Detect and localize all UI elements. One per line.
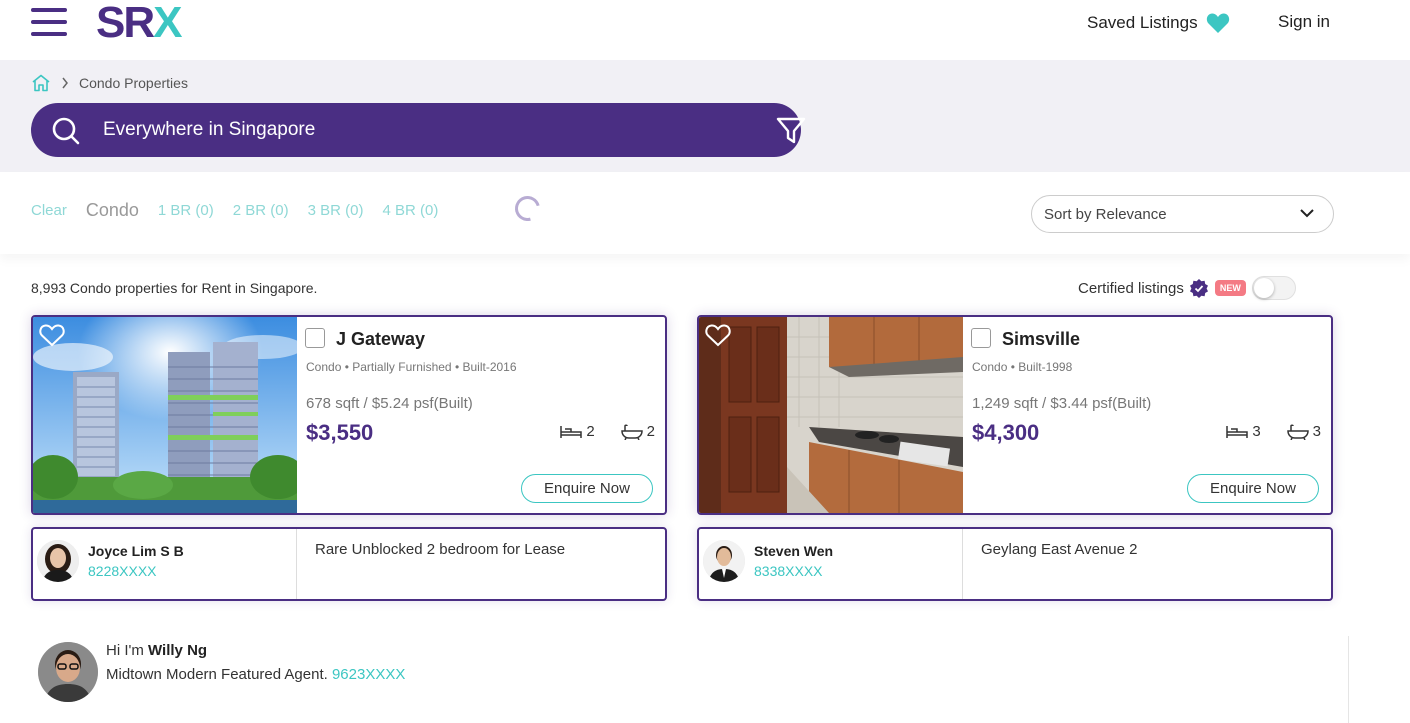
listing-size: 1,249 sqft / $3.44 psf(Built) — [972, 395, 1152, 412]
room-info: 2 2 — [560, 423, 655, 440]
bed-count: 3 — [1252, 423, 1261, 440]
room-info: 3 3 — [1226, 423, 1321, 440]
bed-icon — [560, 425, 583, 438]
search-bar[interactable] — [31, 103, 806, 157]
condo-towers-image — [33, 317, 297, 513]
avatar[interactable] — [703, 540, 745, 582]
sort-selected-label: Sort by Relevance — [1044, 205, 1167, 223]
home-icon[interactable] — [31, 74, 51, 92]
agent-name[interactable]: Joyce Lim S B — [88, 543, 184, 559]
featured-agent-greeting: Hi I'm Willy Ng — [106, 642, 406, 659]
featured-agent-phone[interactable]: 9623XXXX — [332, 666, 405, 683]
saved-listings-link[interactable]: Saved Listings — [1087, 12, 1230, 34]
agent-phone[interactable]: 8228XXXX — [88, 563, 157, 579]
bath-count: 2 — [646, 423, 655, 440]
favorite-heart-icon[interactable] — [39, 323, 65, 347]
listing-meta: Condo • Built-1998 — [972, 360, 1073, 374]
compare-checkbox[interactable] — [971, 328, 991, 348]
bed-count: 2 — [586, 423, 595, 440]
site-header: SRX Saved Listings Sign in — [0, 0, 1410, 60]
sign-in-link[interactable]: Sign in — [1278, 12, 1330, 32]
filter-chip-1br[interactable]: 1 BR (0) — [158, 202, 214, 219]
logo-text-sr: SR — [96, 0, 155, 47]
certified-toggle[interactable] — [1251, 276, 1296, 300]
compare-checkbox[interactable] — [305, 328, 325, 348]
clear-filter-button[interactable]: Clear — [31, 202, 67, 219]
certified-label: Certified listings — [1078, 279, 1184, 297]
favorite-heart-icon[interactable] — [705, 323, 731, 347]
listing-photo[interactable] — [699, 317, 963, 513]
listing-description: Rare Unblocked 2 bedroom for Lease — [315, 541, 566, 558]
logo-text-x: X — [153, 0, 182, 47]
property-type-chip[interactable]: Condo — [86, 200, 139, 221]
divider — [1348, 636, 1349, 723]
saved-listings-label: Saved Listings — [1087, 13, 1198, 32]
certified-badge-icon — [1189, 279, 1208, 298]
avatar[interactable] — [38, 642, 98, 702]
search-icon[interactable] — [51, 116, 81, 146]
avatar[interactable] — [37, 540, 79, 582]
filter-chip-4br[interactable]: 4 BR (0) — [382, 202, 438, 219]
filter-chip-2br[interactable]: 2 BR (0) — [233, 202, 289, 219]
chevron-right-icon — [62, 77, 68, 89]
featured-agent-name[interactable]: Willy Ng — [148, 642, 207, 659]
menu-icon[interactable] — [31, 8, 67, 36]
filter-chips: Clear Condo 1 BR (0) 2 BR (0) 3 BR (0) 4… — [31, 200, 457, 221]
agent-name[interactable]: Steven Wen — [754, 543, 833, 559]
featured-agent-tagline: Midtown Modern Featured Agent. 9623XXXX — [106, 666, 506, 683]
new-badge: NEW — [1214, 280, 1246, 296]
listing-card[interactable]: J Gateway Condo • Partially Furnished • … — [31, 315, 667, 515]
bath-icon — [620, 424, 643, 440]
results-count: 8,993 Condo properties for Rent in Singa… — [31, 280, 318, 296]
bed-icon — [1226, 425, 1249, 438]
heart-icon — [1206, 13, 1229, 33]
bath-icon — [1286, 424, 1309, 440]
breadcrumb: Condo Properties — [31, 74, 188, 92]
agent-phone[interactable]: 8338XXXX — [754, 563, 823, 579]
listing-card[interactable]: Simsville Condo • Built-1998 1,249 sqft … — [697, 315, 1333, 515]
agent-info[interactable]: Joyce Lim S B 8228XXXX Rare Unblocked 2 … — [31, 527, 667, 601]
kitchen-image — [699, 317, 963, 513]
filter-chip-3br[interactable]: 3 BR (0) — [308, 202, 364, 219]
greeting-text: Hi I'm — [106, 642, 144, 659]
listing-title[interactable]: J Gateway — [336, 329, 425, 350]
agent-info[interactable]: Steven Wen 8338XXXX Geylang East Avenue … — [697, 527, 1333, 601]
listing-price: $4,300 — [972, 420, 1040, 445]
divider — [962, 529, 963, 599]
enquire-now-button[interactable]: Enquire Now — [521, 474, 653, 503]
tagline-text: Midtown Modern Featured Agent. — [106, 666, 328, 683]
chevron-down-icon — [1300, 209, 1314, 218]
filter-icon[interactable] — [775, 116, 807, 146]
listing-photo[interactable] — [33, 317, 297, 513]
enquire-now-button[interactable]: Enquire Now — [1187, 474, 1319, 503]
srx-logo[interactable]: SRX — [96, 0, 183, 48]
listing-meta: Condo • Partially Furnished • Built-2016 — [306, 360, 517, 374]
listing-price: $3,550 — [306, 420, 374, 445]
divider — [296, 529, 297, 599]
bath-count: 3 — [1312, 423, 1321, 440]
sort-dropdown[interactable]: Sort by Relevance — [1031, 195, 1334, 233]
breadcrumb-current[interactable]: Condo Properties — [79, 75, 188, 91]
listing-size: 678 sqft / $5.24 psf(Built) — [306, 395, 473, 412]
listing-title[interactable]: Simsville — [1002, 329, 1080, 350]
listing-description: Geylang East Avenue 2 — [981, 541, 1138, 558]
search-input[interactable] — [103, 115, 703, 145]
certified-listings-filter: Certified listings NEW — [1078, 276, 1296, 300]
